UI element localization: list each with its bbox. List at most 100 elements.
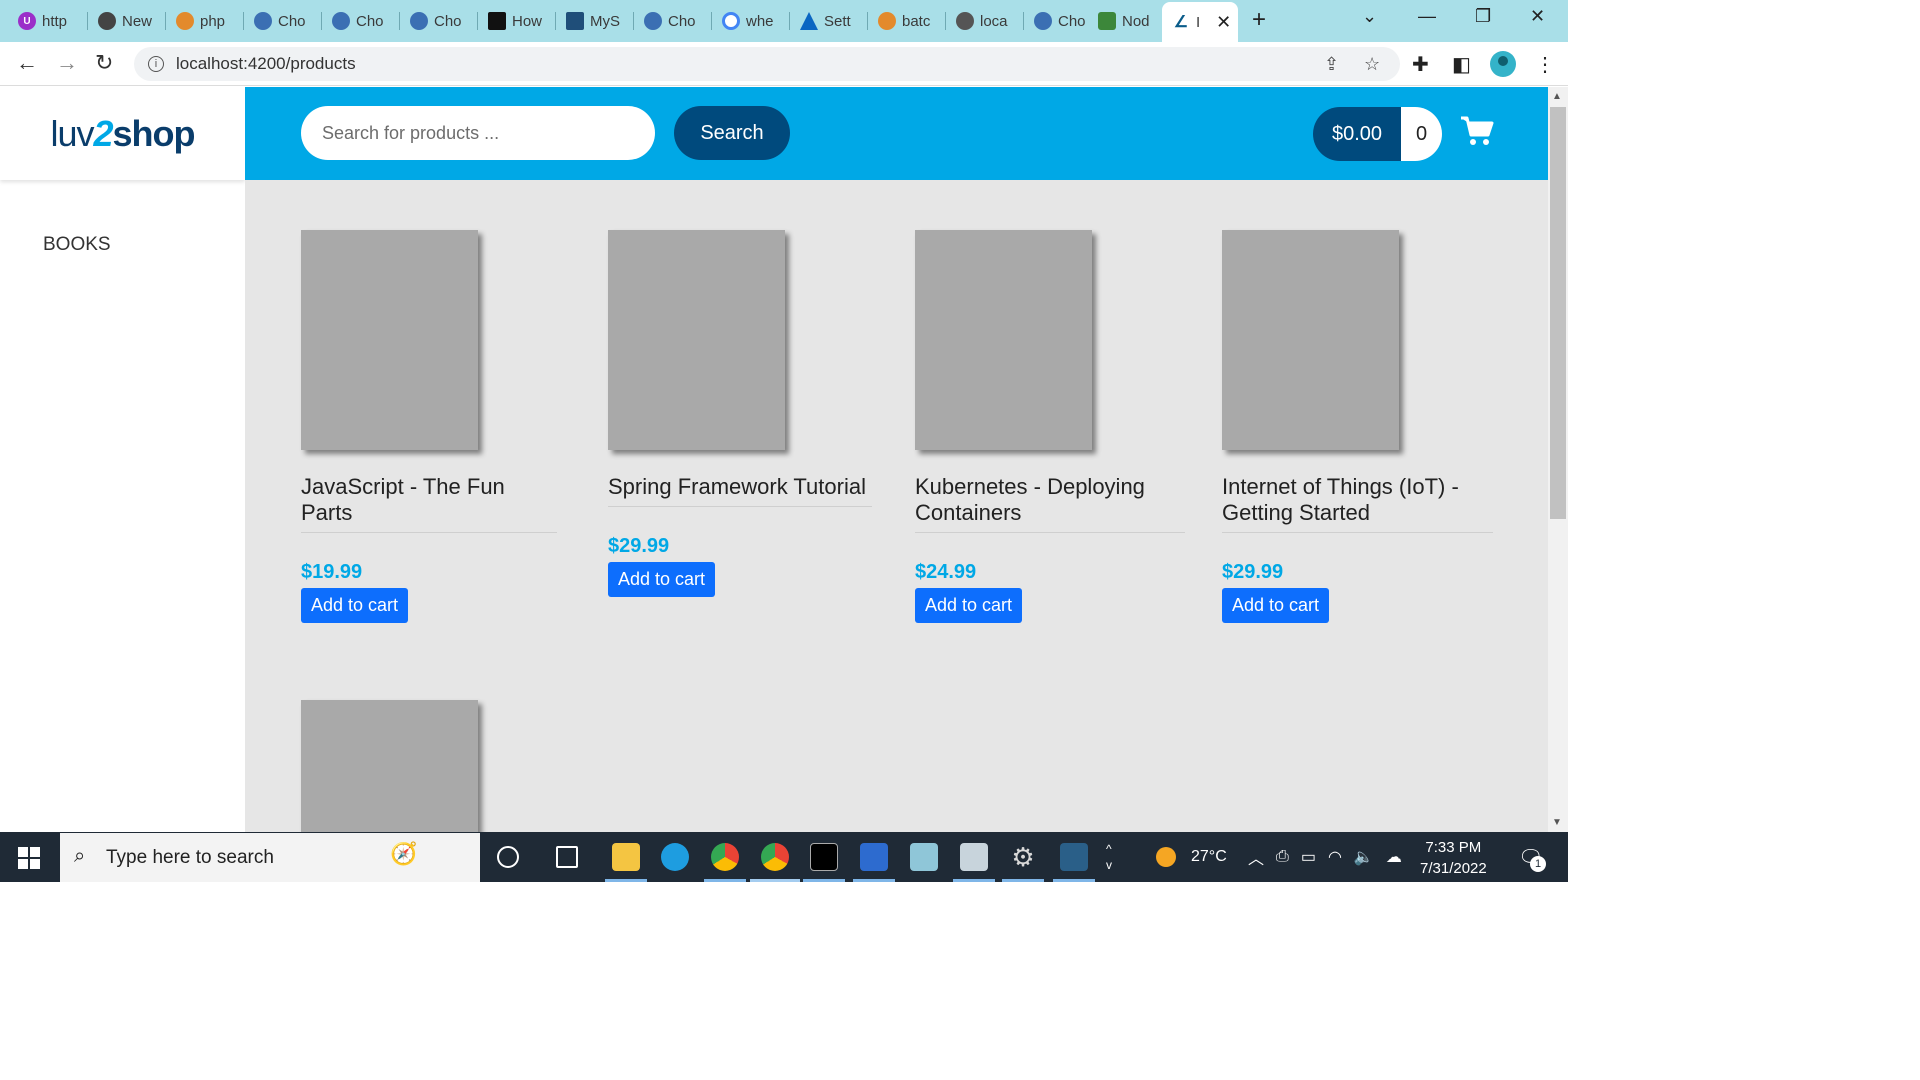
powershell-icon[interactable] bbox=[860, 843, 888, 871]
tab-favicon-icon bbox=[410, 12, 428, 30]
system-clock[interactable]: 7:33 PM 7/31/2022 bbox=[1420, 837, 1487, 879]
temperature: 27°C bbox=[1191, 848, 1227, 865]
battery-icon[interactable]: ▭ bbox=[1301, 847, 1316, 867]
browser-tab[interactable]: MyS bbox=[556, 4, 634, 38]
onedrive-cloud-icon[interactable]: ☁ bbox=[1386, 847, 1402, 867]
restore-icon[interactable]: ❐ bbox=[1475, 6, 1491, 27]
product-name[interactable]: Internet of Things (IoT) - Getting Start… bbox=[1222, 474, 1493, 533]
task-view-icon[interactable] bbox=[556, 846, 578, 868]
chrome-profile-icon[interactable] bbox=[761, 843, 789, 871]
file-explorer-icon[interactable] bbox=[612, 843, 640, 871]
add-to-cart-button[interactable]: Add to cart bbox=[915, 588, 1023, 623]
tab-search-icon[interactable]: ⌄ bbox=[1362, 6, 1377, 27]
mysql-workbench-icon[interactable] bbox=[1060, 843, 1088, 871]
side-panel-icon[interactable]: ◧ bbox=[1452, 52, 1471, 77]
product-card: Kubernetes - Deploying Containers $24.99… bbox=[915, 230, 1185, 623]
network-app-icon[interactable] bbox=[960, 843, 988, 871]
taskbar-search-box[interactable]: ⌕ Type here to search 🧭 bbox=[60, 833, 480, 882]
cortana-icon[interactable] bbox=[497, 846, 519, 868]
tab-favicon-icon bbox=[332, 12, 350, 30]
product-name[interactable]: Spring Framework Tutorial bbox=[608, 474, 872, 507]
meet-now-icon[interactable]: ⎙ bbox=[1276, 848, 1289, 866]
windows-start-icon[interactable] bbox=[18, 847, 40, 869]
product-price: $19.99 bbox=[301, 561, 363, 583]
reload-icon[interactable]: ↻ bbox=[95, 50, 113, 76]
scrollbar-thumb[interactable] bbox=[1550, 107, 1566, 519]
windows-taskbar: ⌕ Type here to search 🧭 ⚙ ^ v 27°C ︿ ⎙ ▭ … bbox=[0, 832, 1568, 882]
product-card bbox=[301, 700, 557, 832]
clock-time: 7:33 PM bbox=[1425, 839, 1482, 856]
browser-tab[interactable]: Cho bbox=[244, 4, 322, 38]
volume-icon[interactable]: 🔈 bbox=[1354, 847, 1374, 867]
browser-tab[interactable]: Cho bbox=[634, 4, 712, 38]
terminal-icon[interactable] bbox=[810, 843, 838, 871]
product-card: JavaScript - The Fun Parts $19.99 Add to… bbox=[301, 230, 557, 623]
extensions-puzzle-icon[interactable]: ✚ bbox=[1412, 52, 1429, 77]
minimize-icon[interactable]: — bbox=[1418, 6, 1436, 27]
weather-widget[interactable]: 27°C bbox=[1156, 832, 1227, 882]
browser-tab[interactable]: Sett bbox=[790, 4, 868, 38]
shopping-cart-icon[interactable] bbox=[1460, 115, 1494, 147]
tab-favicon-icon: U bbox=[18, 12, 36, 30]
scroll-up-icon[interactable]: ▲ bbox=[1552, 91, 1562, 102]
browser-tab[interactable]: batc bbox=[868, 4, 946, 38]
clock-date: 7/31/2022 bbox=[1420, 860, 1487, 877]
product-image[interactable] bbox=[608, 230, 785, 450]
browser-tab[interactable]: Nod bbox=[1088, 4, 1162, 38]
product-image[interactable] bbox=[1222, 230, 1399, 450]
back-icon[interactable]: ← bbox=[16, 50, 38, 76]
site-info-icon[interactable]: i bbox=[148, 56, 164, 72]
search-button[interactable]: Search bbox=[674, 106, 790, 160]
browser-tab[interactable]: Uhttp bbox=[8, 4, 88, 38]
close-window-icon[interactable]: ✕ bbox=[1530, 6, 1545, 27]
bookmark-star-icon[interactable]: ☆ bbox=[1364, 47, 1380, 81]
cart-total-price: $0.00 bbox=[1313, 107, 1401, 161]
share-icon[interactable]: ⇪ bbox=[1324, 47, 1339, 81]
product-image[interactable] bbox=[915, 230, 1092, 450]
add-to-cart-button[interactable]: Add to cart bbox=[301, 588, 409, 623]
browser-tab[interactable]: Cho bbox=[400, 4, 478, 38]
cart-status[interactable]: $0.00 0 bbox=[1313, 107, 1442, 161]
search-highlight-icon: 🧭 bbox=[390, 841, 418, 866]
wifi-icon[interactable]: ◠ bbox=[1328, 847, 1342, 867]
tab-favicon-icon bbox=[98, 12, 116, 30]
tab-favicon-icon bbox=[800, 12, 818, 30]
product-name[interactable]: JavaScript - The Fun Parts bbox=[301, 474, 557, 533]
logo-container[interactable]: luv2shop bbox=[0, 87, 245, 180]
browser-tab[interactable]: How bbox=[478, 4, 556, 38]
tab-favicon-icon bbox=[176, 12, 194, 30]
browser-tab[interactable]: Cho bbox=[322, 4, 400, 38]
page-scrollbar[interactable]: ▲ ▼ bbox=[1548, 87, 1568, 832]
product-card: Spring Framework Tutorial $29.99 Add to … bbox=[608, 230, 872, 597]
sidebar: luv2shop BOOKS bbox=[0, 87, 245, 832]
notification-center-icon[interactable]: 🗨 1 bbox=[1518, 832, 1546, 882]
browser-tab[interactable]: New bbox=[88, 4, 166, 38]
tab-favicon-icon bbox=[722, 12, 740, 30]
scroll-down-icon[interactable]: ▼ bbox=[1552, 817, 1562, 828]
add-to-cart-button[interactable]: Add to cart bbox=[1222, 588, 1330, 623]
settings-gear-icon[interactable]: ⚙ bbox=[1009, 843, 1037, 871]
notification-count-badge: 1 bbox=[1530, 856, 1546, 872]
close-tab-icon[interactable]: ✕ bbox=[1216, 12, 1231, 33]
browser-tab-active[interactable]: ∠ I ✕ bbox=[1162, 2, 1238, 42]
address-bar[interactable]: i localhost:4200/products ⇪ ☆ bbox=[134, 47, 1400, 81]
profile-avatar[interactable] bbox=[1490, 51, 1516, 77]
new-tab-button[interactable]: + bbox=[1252, 6, 1266, 34]
notepad-icon[interactable] bbox=[910, 843, 938, 871]
search-input[interactable] bbox=[301, 106, 655, 160]
forward-icon[interactable]: → bbox=[56, 50, 78, 76]
browser-tab[interactable]: php bbox=[166, 4, 244, 38]
menu-kebab-icon[interactable]: ⋮ bbox=[1535, 52, 1555, 77]
add-to-cart-button[interactable]: Add to cart bbox=[608, 562, 716, 597]
luv2shop-logo[interactable]: luv2shop bbox=[50, 113, 195, 155]
sidebar-item-books[interactable]: BOOKS bbox=[43, 234, 111, 256]
edge-browser-icon[interactable] bbox=[661, 843, 689, 871]
browser-tab[interactable]: loca bbox=[946, 4, 1024, 38]
product-name[interactable]: Kubernetes - Deploying Containers bbox=[915, 474, 1185, 533]
chrome-icon[interactable] bbox=[711, 843, 739, 871]
overflow-chevron-icon[interactable]: ^ v bbox=[1106, 832, 1112, 882]
show-hidden-icons-icon[interactable]: ︿ bbox=[1248, 845, 1264, 869]
product-image[interactable] bbox=[301, 700, 478, 832]
product-image[interactable] bbox=[301, 230, 478, 450]
browser-tab[interactable]: whe bbox=[712, 4, 790, 38]
